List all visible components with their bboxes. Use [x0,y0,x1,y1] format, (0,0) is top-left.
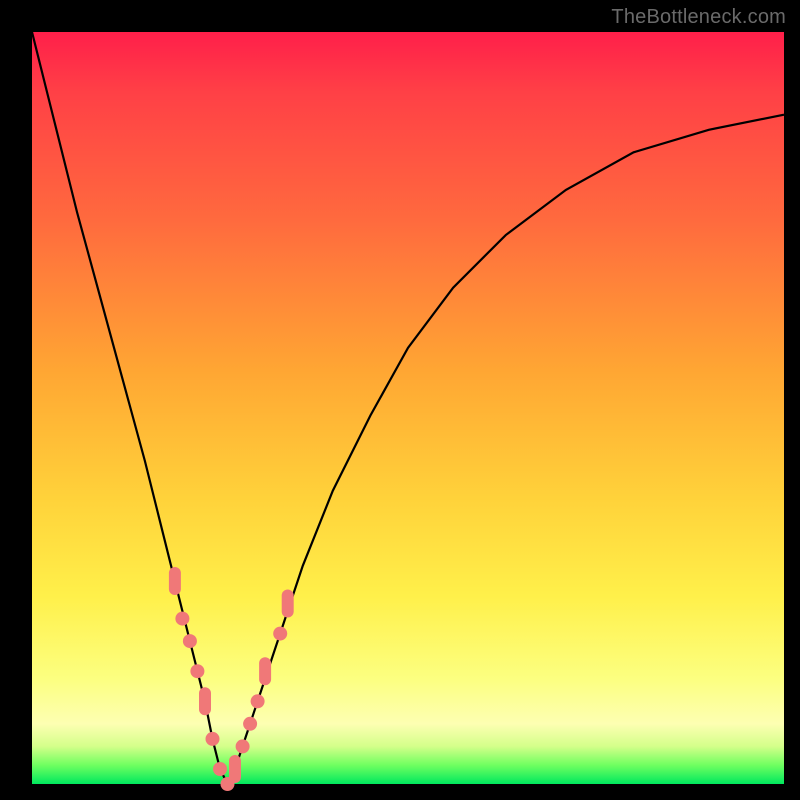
highlight-dot [213,762,227,776]
chart-frame: TheBottleneck.com [0,0,800,800]
curve-svg [32,32,784,784]
highlight-pill [199,687,211,715]
highlight-dot [175,612,189,626]
highlight-pill [282,590,294,618]
highlight-dot [183,634,197,648]
highlight-dot [236,739,250,753]
highlight-dots-group [169,567,294,791]
highlight-dot [206,732,220,746]
highlight-pill [259,657,271,685]
watermark-text: TheBottleneck.com [611,6,786,29]
highlight-dot [251,694,265,708]
plot-area [32,32,784,784]
highlight-pill [229,755,241,783]
highlight-dot [273,627,287,641]
bottleneck-curve-path [32,32,784,784]
highlight-dot [243,717,257,731]
highlight-dot [190,664,204,678]
highlight-pill [169,567,181,595]
